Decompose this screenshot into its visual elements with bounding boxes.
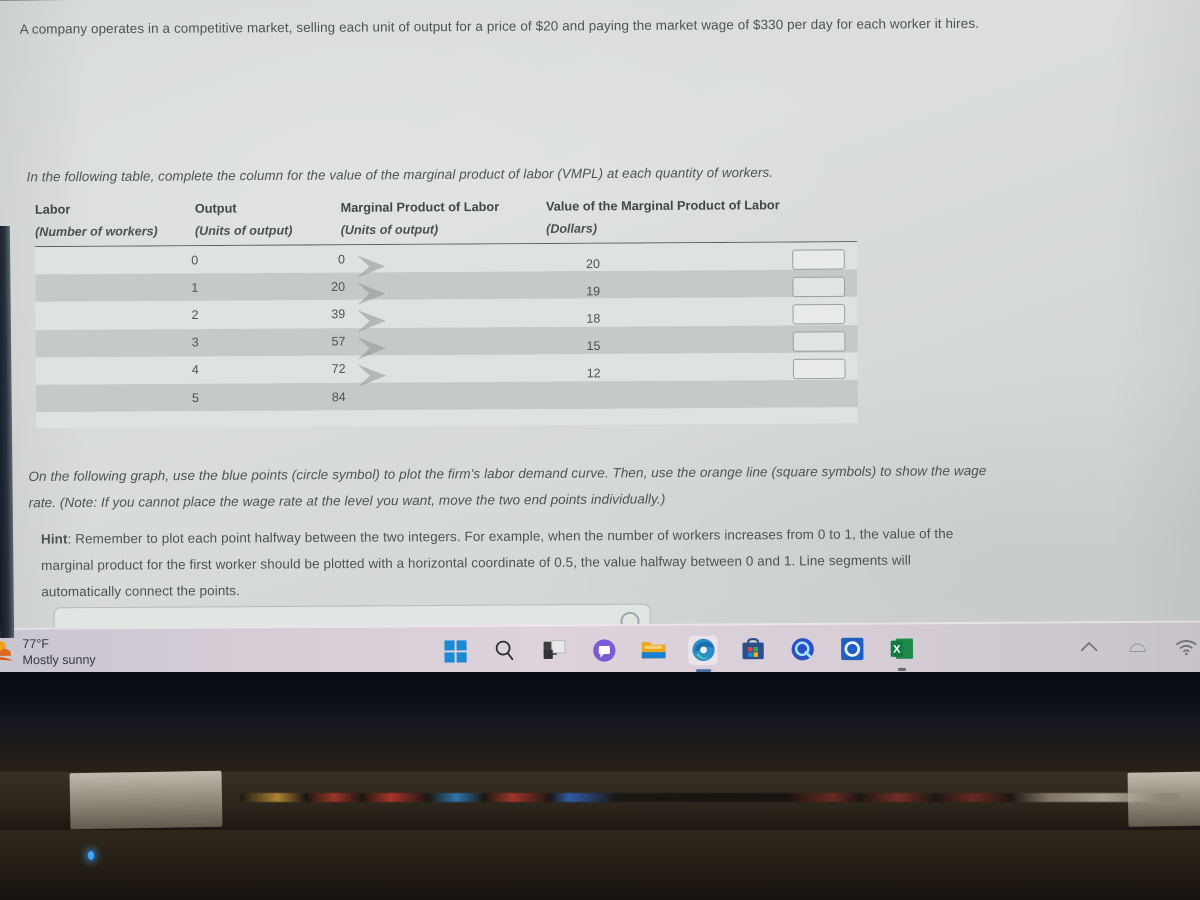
column-header-output: Output (Units of output) xyxy=(195,197,341,242)
task-view-icon[interactable] xyxy=(539,636,569,666)
hint-label: Hint xyxy=(40,531,68,547)
vmpl-input-4[interactable] xyxy=(792,331,846,352)
search-icon[interactable] xyxy=(490,636,520,666)
start-icon[interactable] xyxy=(440,637,470,667)
desk-clutter-strip xyxy=(240,793,1180,802)
column-header-output-title: Output xyxy=(194,201,237,216)
vmpl-input-3[interactable] xyxy=(792,303,846,325)
vmpl-input-1[interactable] xyxy=(792,249,845,270)
document-page: A company operates in a competitive mark… xyxy=(0,0,1200,628)
weather-condition: Mostly sunny xyxy=(22,652,96,668)
table-body: 0 0 1 20 2 39 3 57 4 72 5 84 20 19 18 15… xyxy=(35,242,858,413)
weather-text: 77°F Mostly sunny xyxy=(22,635,95,668)
outlook-icon[interactable] xyxy=(837,634,867,664)
excel-active-indicator xyxy=(897,667,906,671)
hint-paragraph: Hint: Remember to plot each point halfwa… xyxy=(41,521,993,606)
monitor-shadow xyxy=(0,672,1200,714)
photo-of-monitor: A company operates in a competitive mark… xyxy=(0,0,1200,900)
column-header-labor: Labor (Number of workers) xyxy=(35,198,195,244)
monitor-screen: A company operates in a competitive mark… xyxy=(0,0,1200,681)
column-header-labor-title: Labor xyxy=(34,202,71,217)
cortana-icon[interactable] xyxy=(787,635,817,665)
speaker-left xyxy=(69,770,223,830)
wifi-icon[interactable] xyxy=(1175,636,1197,658)
column-header-mpl: Marginal Product of Labor (Units of outp… xyxy=(340,195,546,241)
chevron-up-icon[interactable] xyxy=(1078,636,1100,658)
column-header-vmpl-title: Value of the Marginal Product of Labor xyxy=(545,198,780,214)
vmpl-input-2[interactable] xyxy=(792,276,846,298)
hint-text: : Remember to plot each point halfway be… xyxy=(41,525,954,600)
table-header-row: Labor (Number of workers) Output (Units … xyxy=(34,193,857,248)
graph-instruction-paragraph: On the following graph, use the blue poi… xyxy=(28,462,987,511)
store-icon[interactable] xyxy=(738,635,768,665)
chat-icon[interactable] xyxy=(589,636,619,666)
file-explorer-icon[interactable] xyxy=(639,635,669,665)
column-header-labor-sub: (Number of workers) xyxy=(35,224,158,240)
battery-icon[interactable] xyxy=(1126,636,1148,658)
power-led xyxy=(88,851,94,860)
edge-icon[interactable] xyxy=(688,635,718,672)
sun-cloud-icon xyxy=(0,641,13,661)
column-header-mpl-sub: (Units of output) xyxy=(340,222,439,238)
excel-icon[interactable]: X xyxy=(887,634,917,671)
weather-temperature: 77°F xyxy=(22,636,50,652)
svg-text:X: X xyxy=(893,644,901,656)
intro-paragraph: A company operates in a competitive mark… xyxy=(19,15,980,37)
column-header-output-sub: (Units of output) xyxy=(194,223,293,239)
vmpl-input-layer xyxy=(35,242,858,412)
column-header-vmpl: Value of the Marginal Product of Labor (… xyxy=(546,194,857,240)
taskbar-icons: X xyxy=(440,622,916,678)
table-intro-paragraph: In the following table, complete the col… xyxy=(26,164,774,185)
vmpl-input-5[interactable] xyxy=(792,358,846,380)
weather-widget[interactable]: 77°F Mostly sunny xyxy=(0,635,96,668)
system-tray xyxy=(1078,621,1198,674)
column-header-mpl-title: Marginal Product of Labor xyxy=(340,199,500,215)
column-header-vmpl-sub: (Dollars) xyxy=(546,221,598,236)
vmpl-table: Labor (Number of workers) Output (Units … xyxy=(34,193,858,429)
